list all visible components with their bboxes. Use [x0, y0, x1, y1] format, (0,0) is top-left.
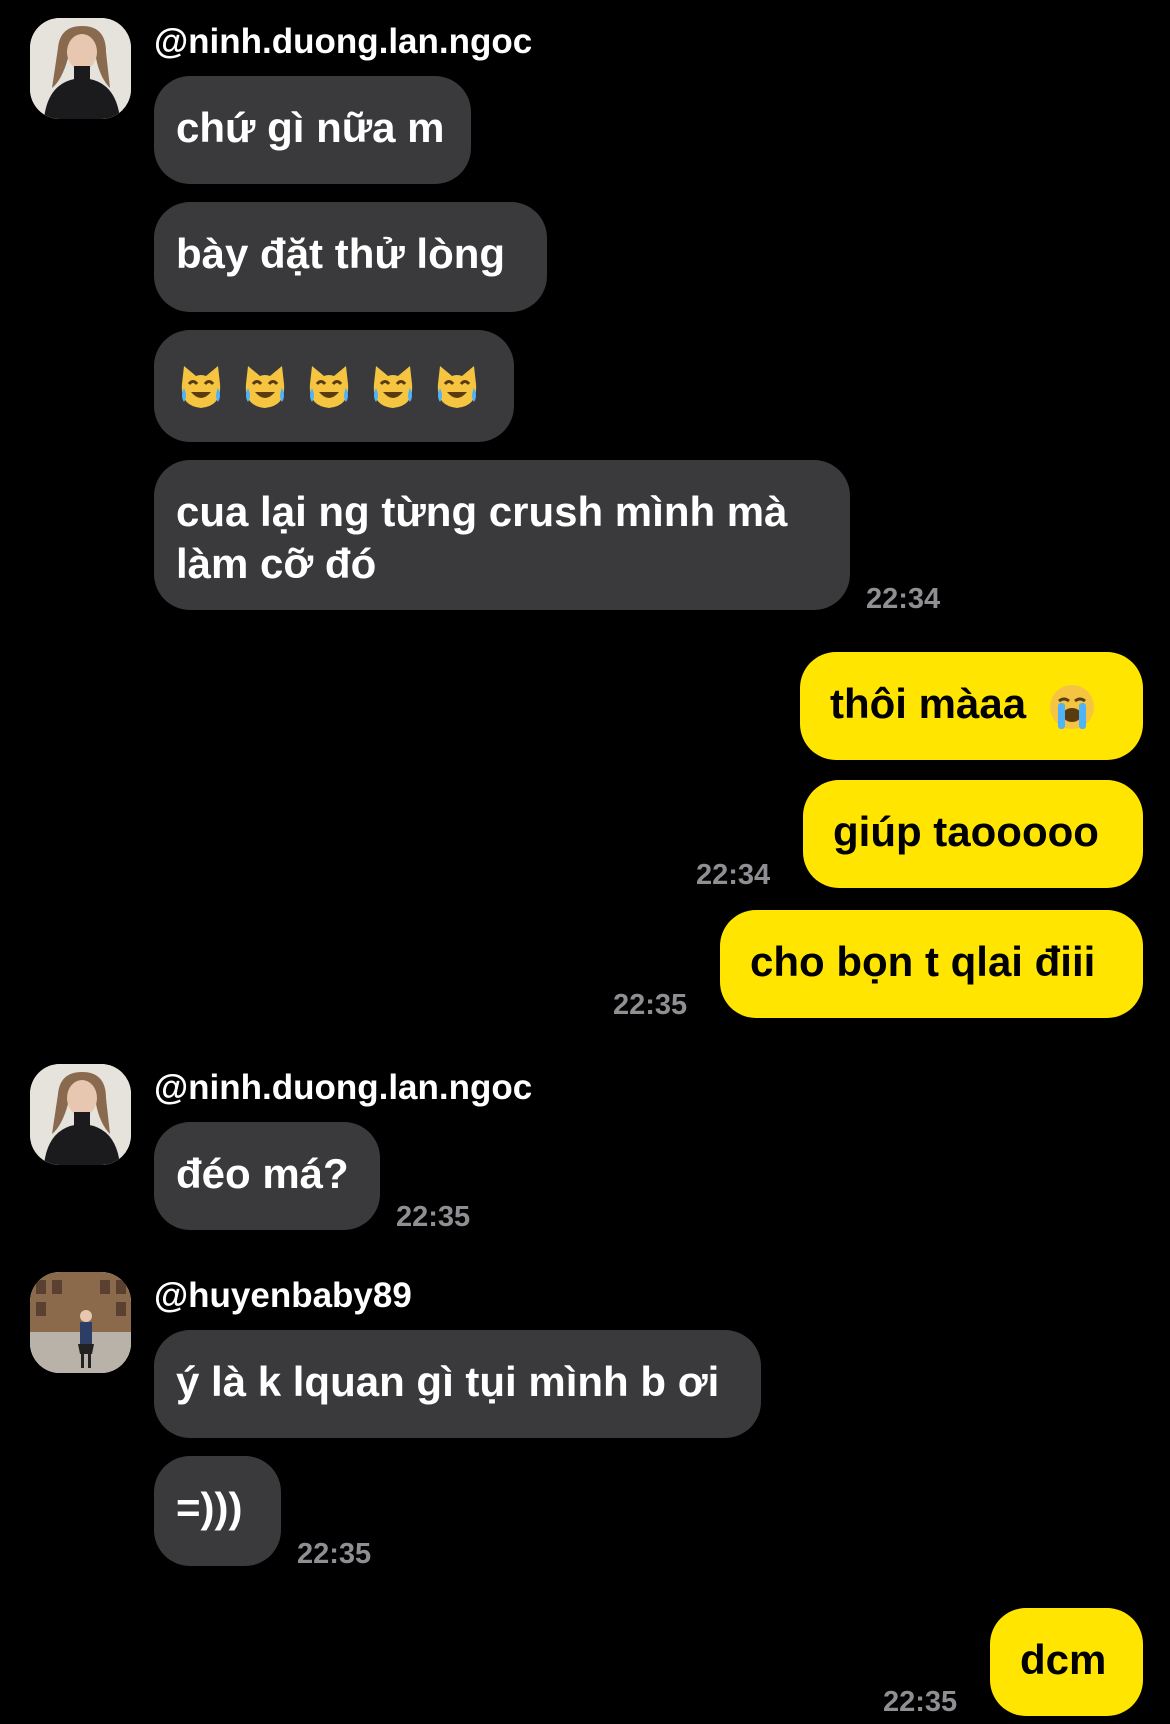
crying-cat-face-emoji — [181, 365, 221, 408]
message-text: giúp taooooo — [833, 808, 1099, 855]
my-message-bubble[interactable]: cho bọn t qlai điii — [720, 910, 1143, 1018]
avatar-ninh-duong-lan-ngoc[interactable] — [30, 18, 131, 119]
sender-username[interactable]: @huyenbaby89 — [154, 1276, 412, 1316]
crying-cat-face-emoji — [437, 365, 477, 408]
message-bubble[interactable]: bày đặt thử lòng — [154, 202, 547, 312]
message-bubble[interactable]: ý là k lquan gì tụi mình b ơi — [154, 1330, 761, 1438]
message-timestamp: 22:34 — [696, 859, 771, 891]
crying-cat-face-emoji — [245, 365, 285, 408]
my-message-bubble[interactable]: dcm — [990, 1608, 1143, 1716]
avatar-huyenbaby89[interactable] — [30, 1272, 131, 1373]
message-text: cho bọn t qlai điii — [750, 938, 1096, 985]
message-timestamp: 22:35 — [613, 989, 688, 1021]
loudly-crying-face-emoji — [1049, 684, 1094, 729]
avatar-photo-woman — [30, 1064, 131, 1165]
message-text-line: làm cỡ đó — [176, 540, 377, 587]
sender-username[interactable]: @ninh.duong.lan.ngoc — [154, 1068, 532, 1108]
message-timestamp: 22:34 — [866, 583, 941, 615]
my-message-bubble[interactable]: thôi màaa — [800, 652, 1143, 760]
message-text: thôi màaa — [830, 680, 1027, 727]
message-bubble[interactable]: cua lại ng từng crush mình mà làm cỡ đó — [154, 460, 850, 610]
sender-username[interactable]: @ninh.duong.lan.ngoc — [154, 22, 532, 62]
message-bubble[interactable]: đéo má? — [154, 1122, 380, 1230]
avatar-photo-woman — [30, 18, 131, 119]
message-text: bày đặt thử lòng — [176, 230, 506, 277]
message-bubble[interactable]: chứ gì nữa m — [154, 76, 471, 184]
message-timestamp: 22:35 — [883, 1686, 958, 1718]
message-text: dcm — [1020, 1636, 1107, 1683]
message-bubble[interactable]: =))) — [154, 1456, 281, 1566]
crying-cat-face-emoji — [309, 365, 349, 408]
crying-cat-face-emoji-row — [176, 360, 482, 408]
my-message-bubble[interactable]: giúp taooooo — [803, 780, 1143, 888]
avatar-ninh-duong-lan-ngoc[interactable] — [30, 1064, 131, 1165]
message-timestamp: 22:35 — [396, 1201, 471, 1233]
crying-cat-face-emoji — [373, 365, 413, 408]
emoji-message-bubble[interactable] — [154, 330, 514, 442]
avatar-photo-street — [30, 1272, 131, 1373]
message-timestamp: 22:35 — [297, 1538, 372, 1570]
message-text: đéo má? — [176, 1150, 349, 1197]
message-text: ý là k lquan gì tụi mình b ơi — [176, 1358, 720, 1405]
message-text: chứ gì nữa m — [176, 104, 445, 151]
message-text: =))) — [176, 1484, 243, 1531]
message-text-line: cua lại ng từng crush mình mà — [176, 488, 788, 535]
